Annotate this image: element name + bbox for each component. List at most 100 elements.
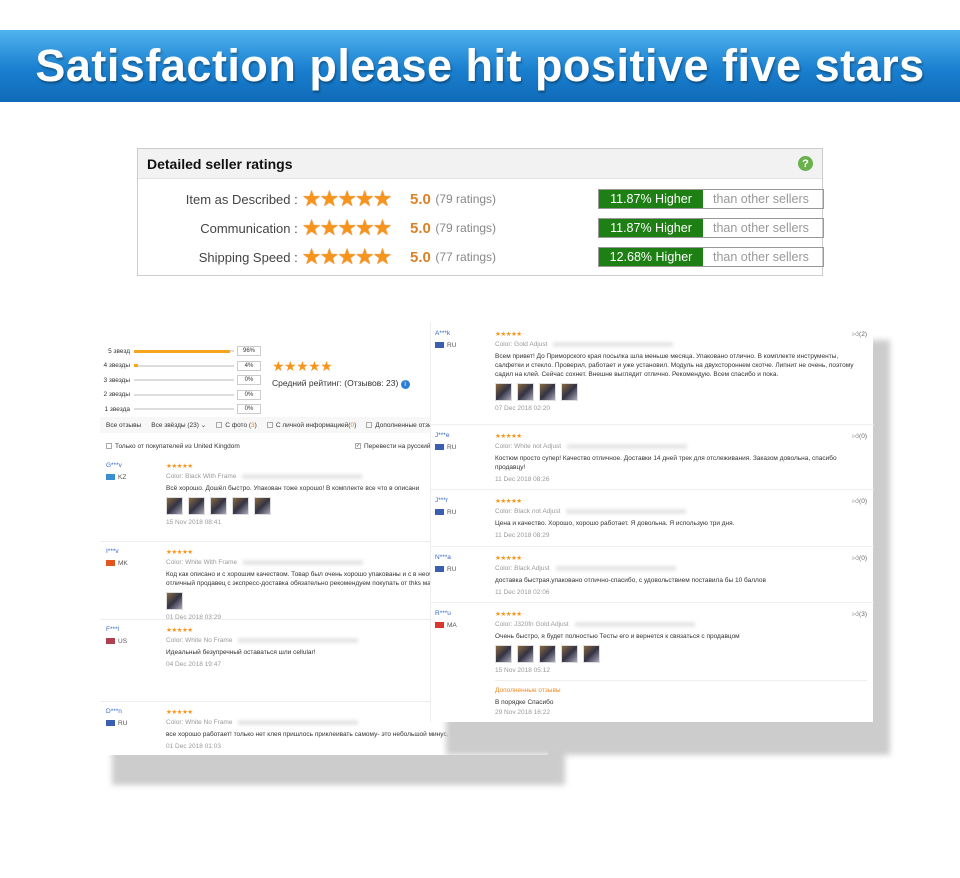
reviewer-name[interactable]: I***v xyxy=(106,548,161,555)
reviewer-name[interactable]: G***v xyxy=(106,462,161,469)
review-photo[interactable] xyxy=(495,383,512,401)
blurred-text xyxy=(574,621,695,627)
review-photo[interactable] xyxy=(254,497,271,515)
like-button[interactable]: 👍︎(2) xyxy=(852,330,867,338)
review-photo[interactable] xyxy=(166,592,183,610)
review-color: Color: White No Frame xyxy=(166,719,233,726)
review-color: Color: White not Adjust xyxy=(495,443,562,450)
review-date: 11 Dec 2018 08:26 xyxy=(495,476,550,483)
reviewer-name[interactable]: D***n xyxy=(106,708,161,715)
review-photo[interactable] xyxy=(583,645,600,663)
flag-icon xyxy=(106,638,115,645)
translate-checkbox[interactable]: ✓ Перевести на русский xyxy=(355,443,431,450)
histogram-row: 2 звезды 0% xyxy=(78,388,261,402)
histogram-label: 1 звезда xyxy=(104,405,131,413)
reviewer-name[interactable]: A***k xyxy=(435,330,490,337)
review-item: N***a RU ★★★★★ Color: Black Adjust доста… xyxy=(435,554,867,596)
comparison-badge: 12.68% Higher than other sellers xyxy=(598,247,824,267)
histogram-percent: 0% xyxy=(237,375,261,385)
review-stars: ★★★★★ xyxy=(495,498,522,505)
filter-personal-info[interactable]: С личной информацией(0) xyxy=(266,422,356,429)
blurred-text xyxy=(555,565,676,571)
histogram-label: 5 звезд xyxy=(108,347,130,355)
reviewer-country: KZ xyxy=(118,474,127,481)
blurred-text xyxy=(242,473,363,479)
rating-row: Communication : ★★★★★ 5.0 (79 ratings) 1… xyxy=(138,215,824,240)
histogram-label: 4 звезды xyxy=(103,362,130,369)
review-item: J***e RU ★★★★★ Color: White not Adjust К… xyxy=(435,432,867,483)
additional-review-text: В порядке Спасибо xyxy=(495,699,554,706)
reviewer-name[interactable]: N***a xyxy=(435,554,490,561)
flag-icon xyxy=(435,566,444,573)
review-photo[interactable] xyxy=(517,383,534,401)
reviewer-name[interactable]: J***r xyxy=(435,497,490,504)
than-label: than other sellers xyxy=(713,192,809,206)
review-photo[interactable] xyxy=(210,497,227,515)
like-button[interactable]: 👍︎(3) xyxy=(852,610,867,618)
review-date: 11 Dec 2018 08:29 xyxy=(495,532,550,539)
filter-additional[interactable]: Дополненные отзы xyxy=(366,422,433,429)
question-icon[interactable]: ? xyxy=(798,156,813,171)
flag-icon xyxy=(435,622,444,629)
reviewer-name[interactable]: R***u xyxy=(435,610,490,617)
info-icon[interactable]: i xyxy=(400,380,410,389)
reviewer-country: MA xyxy=(447,622,457,629)
review-photo[interactable] xyxy=(495,645,512,663)
filter-uk-only[interactable]: Только от покупателей из United Kingdom xyxy=(106,443,240,450)
comparison-badge: 11.87% Higher than other sellers xyxy=(598,218,824,238)
filter-all-reviews[interactable]: Все отзывы xyxy=(106,422,141,429)
review-item: J***r RU ★★★★★ Color: Black not Adjust Ц… xyxy=(435,497,867,539)
rating-score: 5.0 xyxy=(410,219,431,237)
blurred-text xyxy=(567,443,688,449)
histogram-row: 5 звезд 96% xyxy=(78,344,261,358)
like-count: (0) xyxy=(859,555,867,562)
review-color: Color: J320fn Gold Adjust xyxy=(495,621,569,628)
filter-stars-dropdown[interactable]: Все звёзды (23) ⌄ xyxy=(151,421,206,429)
review-photo[interactable] xyxy=(517,645,534,663)
review-color: Color: Black With Frame xyxy=(166,473,237,480)
review-date: 11 Dec 2018 02:06 xyxy=(495,589,550,596)
review-item: R***u MA ★★★★★ Color: J320fn Gold Adjust… xyxy=(435,610,867,716)
histogram-percent: 96% xyxy=(237,346,261,356)
reviewer-country: MK xyxy=(118,560,128,567)
like-button[interactable]: 👍︎(0) xyxy=(852,432,867,440)
review-photo[interactable] xyxy=(188,497,205,515)
review-color: Color: Black not Adjust xyxy=(495,508,561,515)
histogram-bar xyxy=(134,393,234,396)
rating-count: (79 ratings) xyxy=(435,192,497,206)
histogram-label: 3 звезды xyxy=(103,376,130,384)
rating-row: Shipping Speed : ★★★★★ 5.0 (77 ratings) … xyxy=(138,244,824,269)
reviewer-country: RU xyxy=(447,509,457,516)
reviewer-country: RU xyxy=(118,720,128,727)
flag-icon xyxy=(435,509,444,516)
like-button[interactable]: 👍︎(0) xyxy=(852,497,867,505)
reviewer-country: RU xyxy=(447,444,457,451)
review-photo[interactable] xyxy=(539,383,556,401)
blurred-text xyxy=(566,508,687,514)
rating-score: 5.0 xyxy=(410,190,431,208)
average-rating-label: Средний рейтинг: (Отзывов: 23) i xyxy=(272,378,410,389)
reviewer-country: RU xyxy=(447,342,457,349)
reviewer-country: RU xyxy=(447,566,457,573)
review-photo[interactable] xyxy=(539,645,556,663)
review-color: Color: Black Adjust xyxy=(495,565,550,572)
review-date: 15 Nov 2018 05:12 xyxy=(495,667,550,674)
histogram-bar xyxy=(134,349,234,353)
rating-row: Item as Described : ★★★★★ 5.0 (79 rating… xyxy=(138,186,824,211)
blurred-text xyxy=(243,559,364,565)
review-text: Костюм просто супер! Качество отличное. … xyxy=(495,455,837,471)
than-label: than other sellers xyxy=(713,250,809,264)
review-photo[interactable] xyxy=(166,497,183,515)
reviewer-name[interactable]: J***e xyxy=(435,432,490,439)
star-rating: ★★★★★ xyxy=(301,215,393,240)
than-label: than other sellers xyxy=(713,221,809,235)
review-photo[interactable] xyxy=(561,645,578,663)
reviewer-name[interactable]: F***l xyxy=(106,626,161,633)
filter-photo[interactable]: С фото (3) xyxy=(216,422,257,429)
review-text: Очень быстро, я будет полностью Тесты ег… xyxy=(495,633,740,640)
review-photo[interactable] xyxy=(561,383,578,401)
review-color: Color: White No Frame xyxy=(166,637,233,644)
review-photo[interactable] xyxy=(232,497,249,515)
like-button[interactable]: 👍︎(0) xyxy=(852,554,867,562)
blurred-text xyxy=(238,637,359,643)
